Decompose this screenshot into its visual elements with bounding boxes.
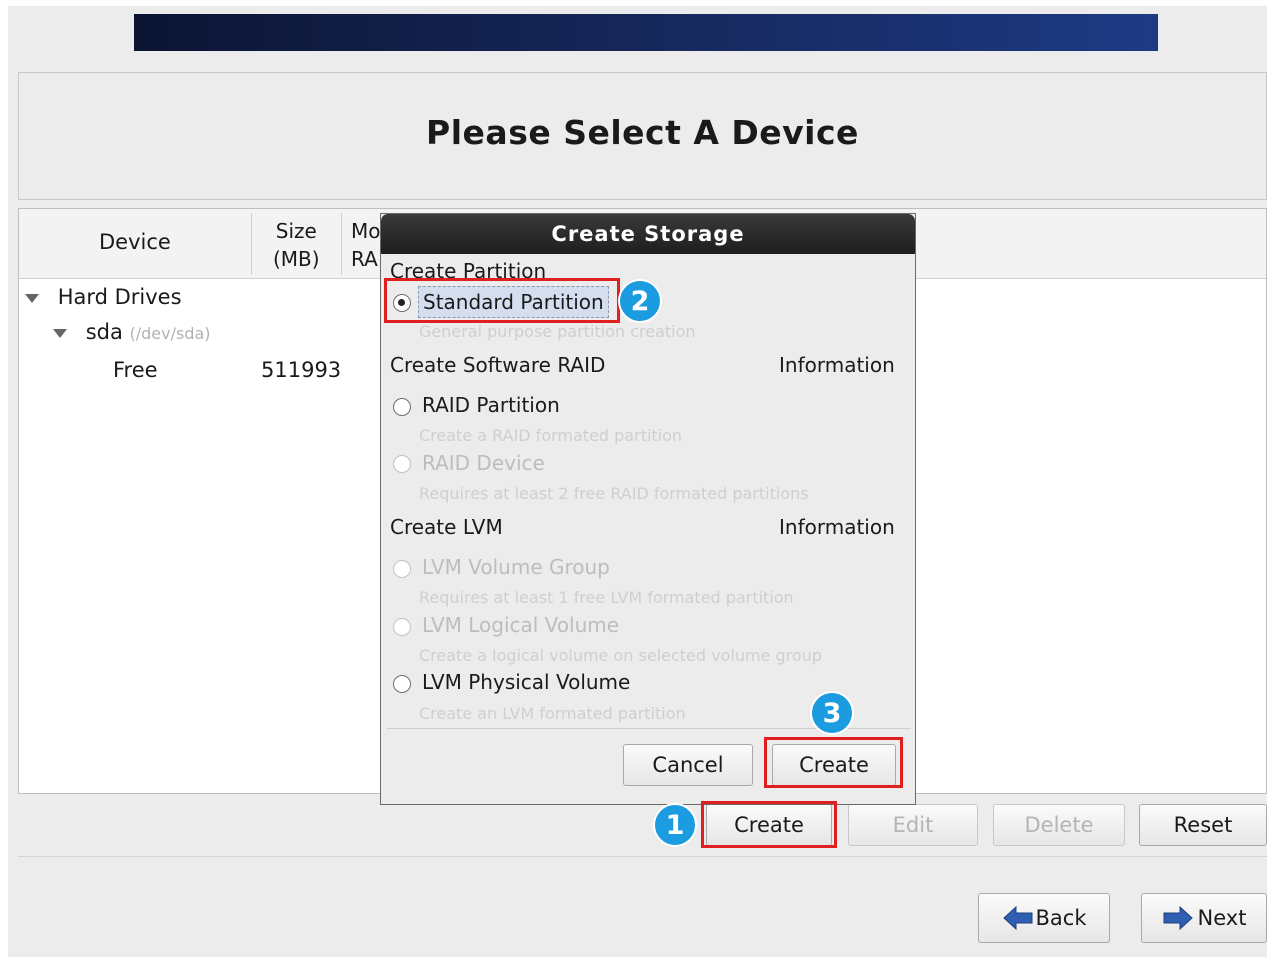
column-device[interactable]: Device: [99, 230, 171, 254]
back-arrow-icon: [1002, 905, 1032, 931]
step-2-badge: 2: [618, 279, 662, 323]
raid-partition-desc: Create a RAID formated partition: [419, 426, 683, 445]
tree-row-free[interactable]: Free: [113, 358, 158, 382]
expander-open-icon[interactable]: [53, 328, 67, 338]
lvm-logical-volume-desc: Create a logical volume on selected volu…: [419, 646, 822, 665]
lvm-logical-volume-radio[interactable]: [393, 618, 411, 636]
expander-open-icon[interactable]: [25, 293, 39, 303]
raid-information-link[interactable]: Information: [779, 353, 895, 377]
tree-row-free-size: 511993: [261, 358, 342, 382]
lvm-physical-volume-desc: Create an LVM formated partition: [419, 704, 686, 723]
delete-button[interactable]: Delete: [993, 804, 1125, 846]
column-size-line2: (MB): [273, 247, 320, 271]
lvm-information-link[interactable]: Information: [779, 515, 895, 539]
section-create-software-raid: Create Software RAID: [390, 353, 606, 377]
next-button-label: Next: [1197, 906, 1247, 930]
column-mount[interactable]: Mo RA: [351, 217, 381, 273]
dialog-cancel-button[interactable]: Cancel: [623, 744, 753, 786]
raid-device-label[interactable]: RAID Device: [422, 451, 545, 475]
back-button-label: Back: [1035, 906, 1087, 930]
lvm-logical-volume-label[interactable]: LVM Logical Volume: [422, 613, 619, 637]
highlight-dialog-create: [764, 737, 903, 788]
column-size-line1: Size: [275, 219, 317, 243]
column-separator: [341, 213, 342, 275]
raid-partition-label[interactable]: RAID Partition: [422, 393, 560, 417]
lvm-volume-group-radio[interactable]: [393, 560, 411, 578]
column-mount-line1: Mo: [351, 219, 381, 243]
reset-button[interactable]: Reset: [1139, 804, 1267, 846]
highlight-create-button: [701, 801, 837, 848]
edit-button[interactable]: Edit: [848, 804, 978, 846]
raid-device-radio[interactable]: [393, 455, 411, 473]
tree-row-label: sda: [85, 320, 123, 344]
tree-row-sda[interactable]: sda (/dev/sda): [53, 320, 211, 344]
highlight-standard-partition: [384, 278, 620, 323]
back-button[interactable]: Back: [978, 893, 1110, 943]
section-divider: [18, 856, 1267, 857]
next-button[interactable]: Next: [1141, 893, 1267, 943]
next-arrow-icon: [1163, 905, 1193, 931]
step-3-badge: 3: [810, 691, 854, 735]
tree-row-label: Free: [113, 358, 158, 382]
header-banner: [134, 14, 1158, 51]
device-path: (/dev/sda): [129, 324, 211, 343]
title-panel: Please Select A Device: [18, 72, 1267, 200]
standard-partition-desc: General purpose partition creation: [419, 322, 696, 341]
lvm-physical-volume-radio[interactable]: [393, 675, 411, 693]
dialog-title: Create Storage: [381, 214, 915, 254]
tree-row-hard-drives[interactable]: Hard Drives: [25, 285, 182, 309]
column-size[interactable]: Size (MB): [273, 217, 320, 273]
step-1-badge: 1: [653, 803, 697, 847]
lvm-physical-volume-label[interactable]: LVM Physical Volume: [422, 670, 630, 694]
section-create-lvm: Create LVM: [390, 515, 503, 539]
page-title: Please Select A Device: [426, 113, 859, 152]
lvm-volume-group-label[interactable]: LVM Volume Group: [422, 555, 610, 579]
lvm-volume-group-desc: Requires at least 1 free LVM formated pa…: [419, 588, 794, 607]
raid-partition-radio[interactable]: [393, 398, 411, 416]
column-separator: [251, 213, 252, 275]
tree-row-label: Hard Drives: [57, 285, 182, 309]
column-mount-line2: RA: [351, 247, 378, 271]
raid-device-desc: Requires at least 2 free RAID formated p…: [419, 484, 809, 503]
